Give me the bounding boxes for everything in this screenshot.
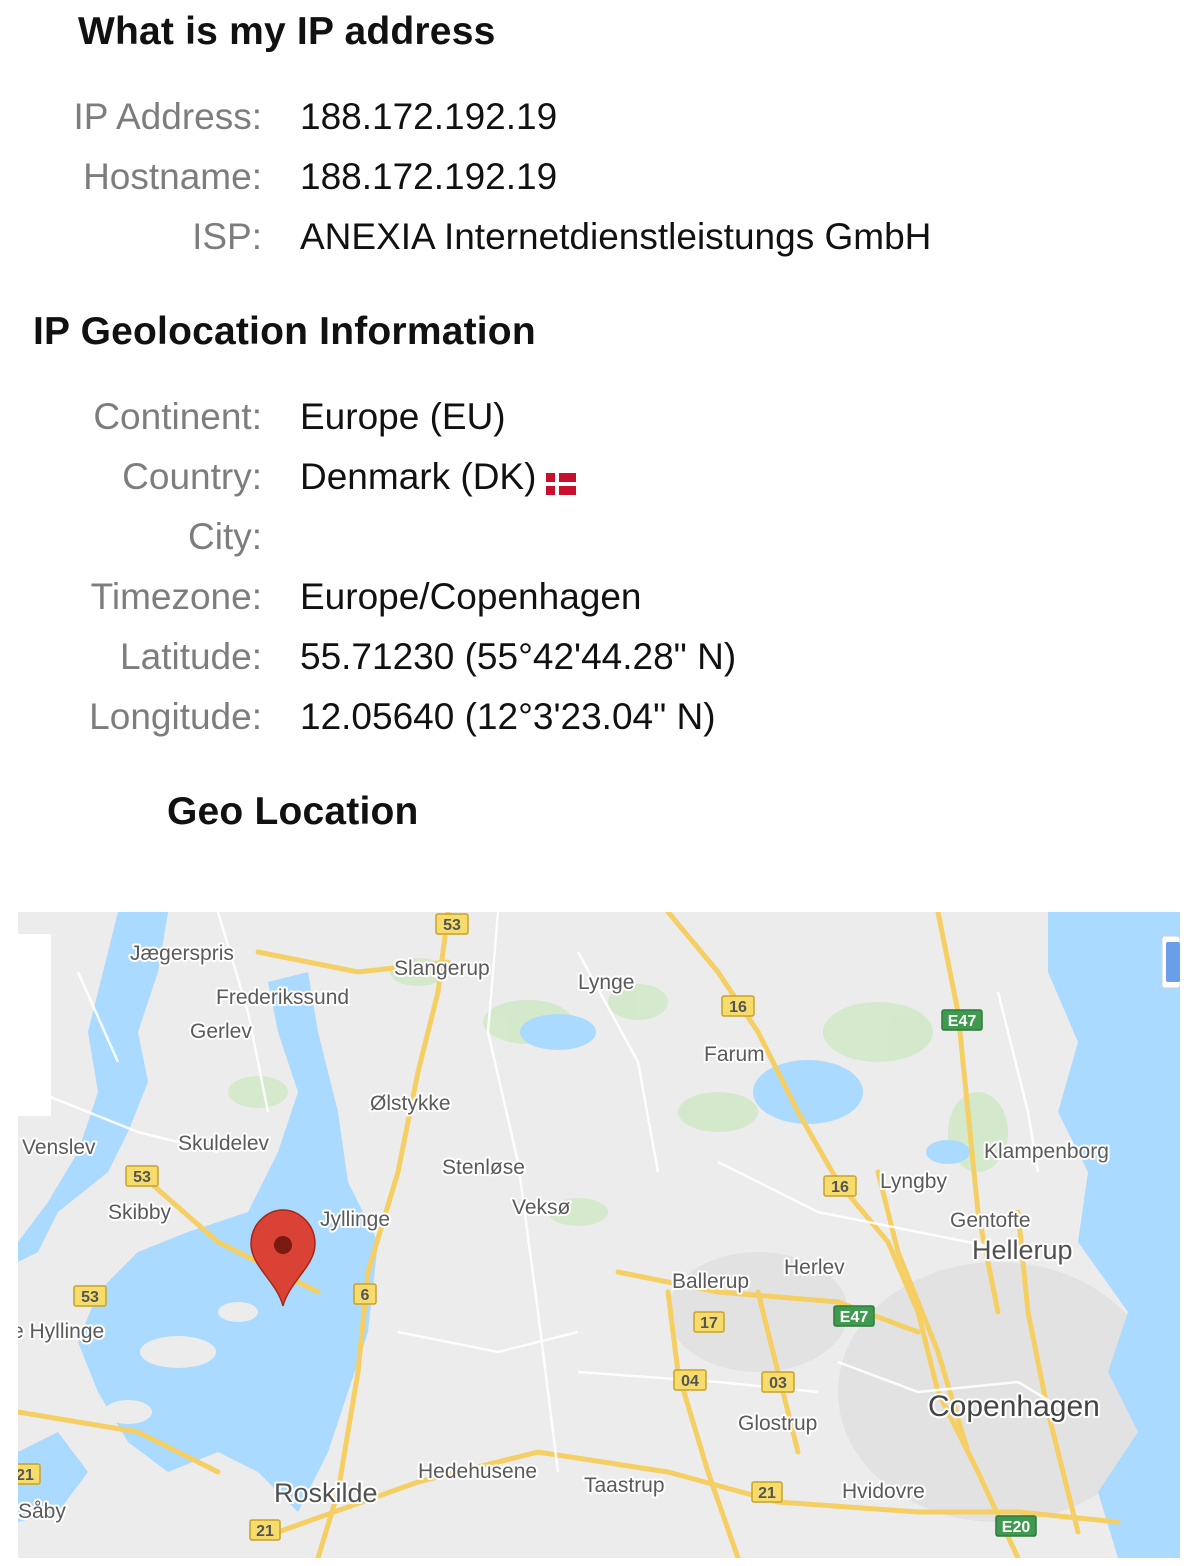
place-label: Copenhagen <box>928 1390 1100 1423</box>
svg-text:17: 17 <box>700 1315 718 1332</box>
place-label: Slangerup <box>394 957 490 980</box>
timezone-label: Timezone: <box>90 576 262 617</box>
svg-text:03: 03 <box>769 1375 787 1392</box>
svg-text:53: 53 <box>443 917 461 934</box>
map-type-control[interactable] <box>18 934 51 1116</box>
route-shield: 16 <box>721 995 755 1017</box>
place-label: Ballerup <box>672 1270 749 1293</box>
route-shield: 53 <box>73 1285 107 1307</box>
route-shield: 53 <box>435 913 469 935</box>
place-label: Veksø <box>512 1196 571 1219</box>
map-lake-lyngby <box>926 1140 970 1164</box>
route-shield: E47 <box>833 1305 875 1327</box>
svg-text:E20: E20 <box>1002 1519 1031 1536</box>
country-label: Country: <box>122 456 262 497</box>
ip-address-label: IP Address: <box>73 96 262 137</box>
longitude-value: 12.05640 (12°3'23.04" N) <box>300 696 716 737</box>
timezone-value: Europe/Copenhagen <box>300 576 642 617</box>
latitude-label: Latitude: <box>120 636 262 677</box>
place-label: e Hyllinge <box>18 1320 104 1343</box>
svg-text:21: 21 <box>256 1523 274 1540</box>
route-shield: 16 <box>823 1175 857 1197</box>
place-label: Lynge <box>578 971 634 994</box>
place-label: Skuldelev <box>178 1132 270 1155</box>
svg-text:53: 53 <box>133 1169 151 1186</box>
denmark-flag-icon <box>546 462 577 496</box>
place-label: Såby <box>18 1500 66 1523</box>
hostname-value: 188.172.192.19 <box>300 156 558 197</box>
route-shield: E47 <box>941 1009 983 1031</box>
isp-label: ISP: <box>192 216 262 257</box>
route-shield: 21 <box>18 1463 41 1485</box>
place-label: Gerlev <box>190 1020 252 1043</box>
route-shield: 53 <box>125 1165 159 1187</box>
place-label: Frederikssund <box>216 986 349 1009</box>
svg-text:21: 21 <box>18 1467 34 1484</box>
longitude-label: Longitude: <box>89 696 262 737</box>
svg-text:21: 21 <box>758 1485 776 1502</box>
route-shield: 17 <box>693 1311 725 1333</box>
place-label: Stenløse <box>442 1156 525 1179</box>
route-shield: 6 <box>353 1283 377 1305</box>
hostname-label: Hostname: <box>83 156 262 197</box>
city-label: City: <box>188 516 262 557</box>
svg-text:16: 16 <box>831 1179 849 1196</box>
place-label: Ølstykke <box>370 1092 451 1115</box>
place-label: Taastrup <box>584 1474 665 1497</box>
place-label: Jægerspris <box>130 942 234 965</box>
place-label: Venslev <box>22 1136 96 1159</box>
place-label: Herlev <box>784 1256 845 1279</box>
place-label: Hedehusene <box>418 1460 537 1483</box>
continent-value: Europe (EU) <box>300 396 506 437</box>
place-label: Roskilde <box>274 1478 378 1508</box>
place-label: Hellerup <box>972 1235 1073 1265</box>
place-label: Farum <box>704 1043 765 1066</box>
route-shield: 21 <box>249 1519 281 1541</box>
place-label: Klampenborg <box>984 1140 1109 1163</box>
place-label: Gentofte <box>950 1209 1031 1232</box>
place-label: Skibby <box>108 1201 172 1224</box>
place-label: Hvidovre <box>842 1480 925 1503</box>
route-shield: 03 <box>761 1371 795 1393</box>
map-lake-farum <box>753 1060 863 1124</box>
svg-text:E47: E47 <box>948 1013 977 1030</box>
svg-text:53: 53 <box>81 1289 99 1306</box>
svg-text:6: 6 <box>361 1287 370 1304</box>
svg-text:E47: E47 <box>840 1309 869 1326</box>
map-view[interactable]: Jægerspris Slangerup Lynge Frederikssund… <box>18 912 1180 1558</box>
route-shield: 04 <box>673 1369 707 1391</box>
svg-text:16: 16 <box>729 999 747 1016</box>
isp-value: ANEXIA Internetdienstleistungs GmbH <box>300 216 932 257</box>
latitude-value: 55.71230 (55°42'44.28" N) <box>300 636 737 677</box>
country-text: Denmark (DK) <box>300 456 537 497</box>
page-title: What is my IP address <box>78 10 496 53</box>
street-view-icon <box>1166 942 1180 982</box>
place-label: Jyllinge <box>320 1208 390 1231</box>
geo-location-title: Geo Location <box>167 790 419 833</box>
route-shield: E20 <box>995 1515 1037 1537</box>
country-value: Denmark (DK) <box>300 456 577 498</box>
place-label: Lyngby <box>880 1170 947 1193</box>
ip-address-value: 188.172.192.19 <box>300 96 558 137</box>
route-shield: 21 <box>751 1481 783 1503</box>
place-label: Glostrup <box>738 1412 817 1435</box>
geolocation-title: IP Geolocation Information <box>33 310 536 353</box>
svg-text:04: 04 <box>681 1373 699 1390</box>
continent-label: Continent: <box>93 396 262 437</box>
map-lake-small <box>520 1014 596 1050</box>
